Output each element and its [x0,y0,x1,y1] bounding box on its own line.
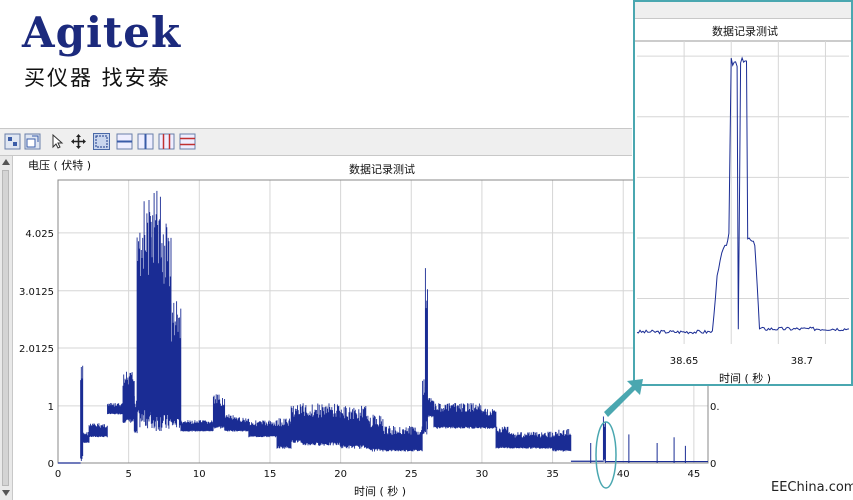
zoom-arrow-icon [604,379,643,417]
annotation-overlay [595,379,643,489]
highlight-ellipse [595,421,617,489]
watermark: EEChina.com [771,480,853,495]
